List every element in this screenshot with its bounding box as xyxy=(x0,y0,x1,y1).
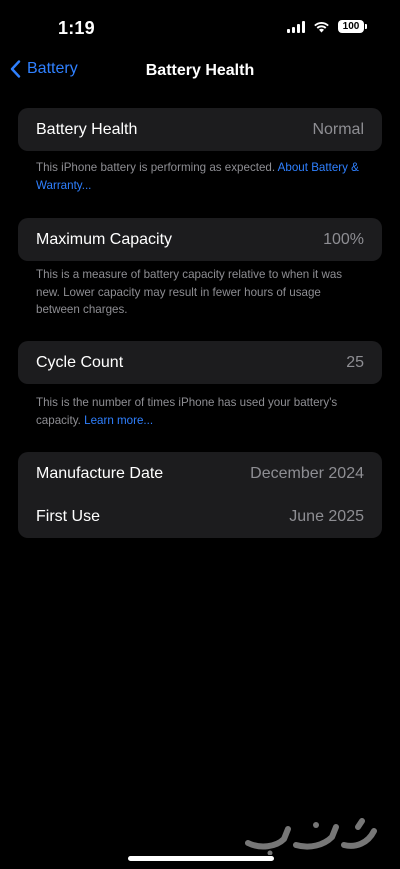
battery-health-row: Battery Health Normal xyxy=(18,108,382,151)
cycle-count-label: Cycle Count xyxy=(36,353,124,371)
manufacture-date-row: Manufacture Date December 2024 xyxy=(18,452,382,495)
battery-health-card: Battery Health Normal xyxy=(18,108,382,151)
maximum-capacity-value: 100% xyxy=(323,230,364,248)
cycle-count-card: Cycle Count 25 xyxy=(18,341,382,384)
first-use-value: June 2025 xyxy=(289,507,364,525)
manufacture-date-label: Manufacture Date xyxy=(36,464,164,482)
first-use-label: First Use xyxy=(36,507,100,525)
battery-health-value: Normal xyxy=(312,120,364,138)
status-bar: 1:19 100 xyxy=(0,0,400,56)
cellular-signal-icon xyxy=(287,20,305,33)
home-indicator[interactable] xyxy=(128,856,274,861)
first-use-row: First Use June 2025 xyxy=(18,495,382,538)
cycle-count-footnote: This is the number of times iPhone has u… xyxy=(36,394,366,429)
cycle-count-row: Cycle Count 25 xyxy=(18,341,382,384)
learn-more-link[interactable]: Learn more... xyxy=(84,414,153,427)
cycle-count-description: This is the number of times iPhone has u… xyxy=(36,396,338,427)
maximum-capacity-row: Maximum Capacity 100% xyxy=(18,218,382,261)
page-title: Battery Health xyxy=(145,62,255,79)
battery-health-description: This iPhone battery is performing as exp… xyxy=(36,161,278,174)
maximum-capacity-footnote: This is a measure of battery capacity re… xyxy=(36,268,343,316)
status-time: 1:19 xyxy=(58,18,95,38)
dates-card: Manufacture Date December 2024 First Use… xyxy=(18,452,382,538)
manufacture-date-value: December 2024 xyxy=(250,464,364,482)
status-icons: 100 xyxy=(287,20,367,33)
wifi-icon xyxy=(314,21,329,32)
maximum-capacity-card: Maximum Capacity 100% xyxy=(18,218,382,261)
haraj-watermark-logo xyxy=(245,818,377,855)
battery-health-footnote: This iPhone battery is performing as exp… xyxy=(36,159,366,194)
battery-health-label: Battery Health xyxy=(36,120,138,138)
battery-icon: 100 xyxy=(338,20,367,33)
navigation-bar: Battery Battery Health xyxy=(0,54,400,90)
cycle-count-value: 25 xyxy=(346,353,364,371)
maximum-capacity-label: Maximum Capacity xyxy=(36,230,173,248)
